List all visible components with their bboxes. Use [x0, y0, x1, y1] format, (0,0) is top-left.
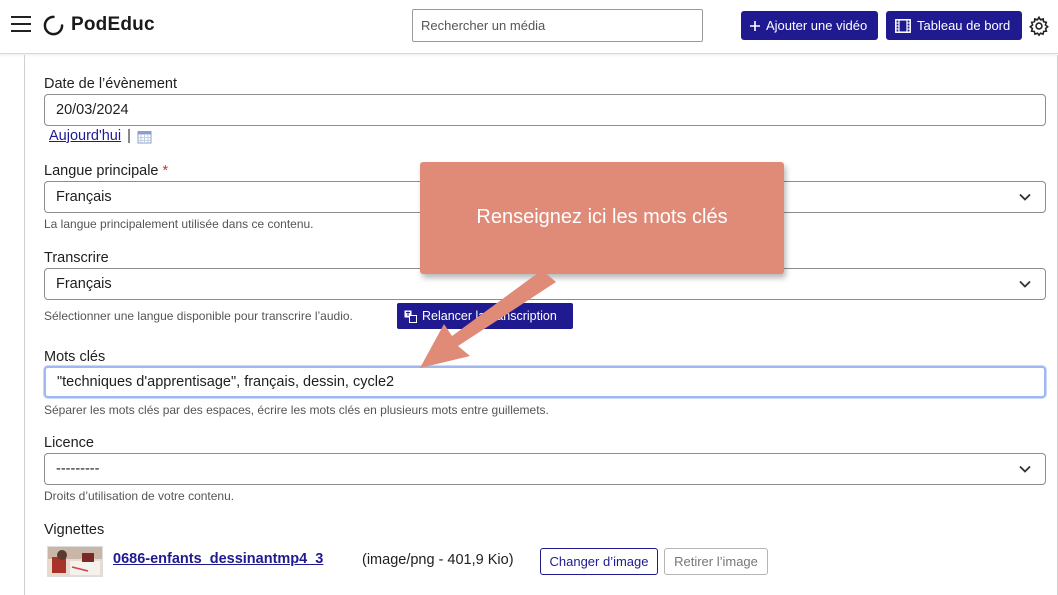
thumbnail-file-link[interactable]: 0686-enfants_dessinantmp4_3	[113, 551, 323, 567]
license-help: Droits d’utilisation de votre contenu.	[44, 489, 235, 503]
chevron-down-icon	[1019, 280, 1031, 288]
chevron-down-icon	[1019, 465, 1031, 473]
relaunch-transcription-label: Relancer la transcription	[422, 309, 557, 323]
date-separator: |	[127, 128, 131, 144]
keywords-label: Mots clés	[44, 349, 106, 365]
date-value: 20/03/2024	[56, 102, 129, 118]
main-language-value: Français	[56, 189, 112, 205]
main-language-help: La langue principalement utilisée dans c…	[44, 217, 314, 231]
license-value: ---------	[56, 461, 100, 477]
date-input[interactable]: 20/03/2024	[44, 94, 1046, 126]
thumbnail-image	[47, 546, 103, 577]
keywords-help: Séparer les mots clés par des espaces, é…	[44, 403, 549, 417]
transcribe-value: Français	[56, 276, 112, 292]
calendar-icon[interactable]	[137, 129, 152, 144]
search-input[interactable]	[412, 9, 703, 42]
transcribe-help: Sélectionner une langue disponible pour …	[44, 309, 353, 323]
relaunch-transcription-button[interactable]: Relancer la transcription	[397, 303, 573, 329]
plus-icon	[750, 20, 760, 31]
add-video-button[interactable]: Ajouter une vidéo	[741, 11, 878, 40]
keywords-value: "techniques d'apprentisage", français, d…	[57, 374, 395, 390]
transcribe-label: Transcrire	[44, 250, 109, 266]
main-language-label-text: Langue principale	[44, 163, 159, 179]
remove-image-button[interactable]: Retirer l’image	[664, 548, 768, 575]
menu-icon[interactable]	[11, 16, 31, 34]
keywords-input[interactable]: "techniques d'apprentisage", français, d…	[44, 366, 1046, 398]
date-label: Date de l’évènement	[44, 76, 177, 92]
annotation-text: Renseignez ici les mots clés	[476, 206, 728, 228]
podeduc-logo-icon	[43, 15, 64, 36]
film-icon	[895, 18, 911, 33]
required-mark: *	[162, 163, 169, 179]
license-select[interactable]: ---------	[44, 453, 1046, 485]
date-shortcuts: Aujourd'hui |	[49, 128, 152, 144]
dashboard-button[interactable]: Tableau de bord	[886, 11, 1022, 40]
gear-icon[interactable]	[1028, 15, 1050, 37]
translate-icon	[404, 310, 417, 323]
change-image-button[interactable]: Changer d’image	[540, 548, 658, 575]
top-bar: PodEduc Ajouter une vidéo Tableau de bor…	[0, 0, 1058, 54]
dashboard-label: Tableau de bord	[917, 18, 1011, 33]
chevron-down-icon	[1019, 193, 1031, 201]
annotation-callout: Renseignez ici les mots clés	[420, 162, 784, 274]
main-language-label: Langue principale *	[44, 163, 168, 179]
thumbnail-label: Vignettes	[44, 522, 105, 538]
license-label: Licence	[44, 435, 94, 451]
thumbnail-file-meta: (image/png - 401,9 Kio)	[362, 552, 514, 568]
today-link[interactable]: Aujourd'hui	[49, 128, 121, 144]
brand-name[interactable]: PodEduc	[71, 14, 155, 36]
add-video-label: Ajouter une vidéo	[766, 18, 868, 33]
